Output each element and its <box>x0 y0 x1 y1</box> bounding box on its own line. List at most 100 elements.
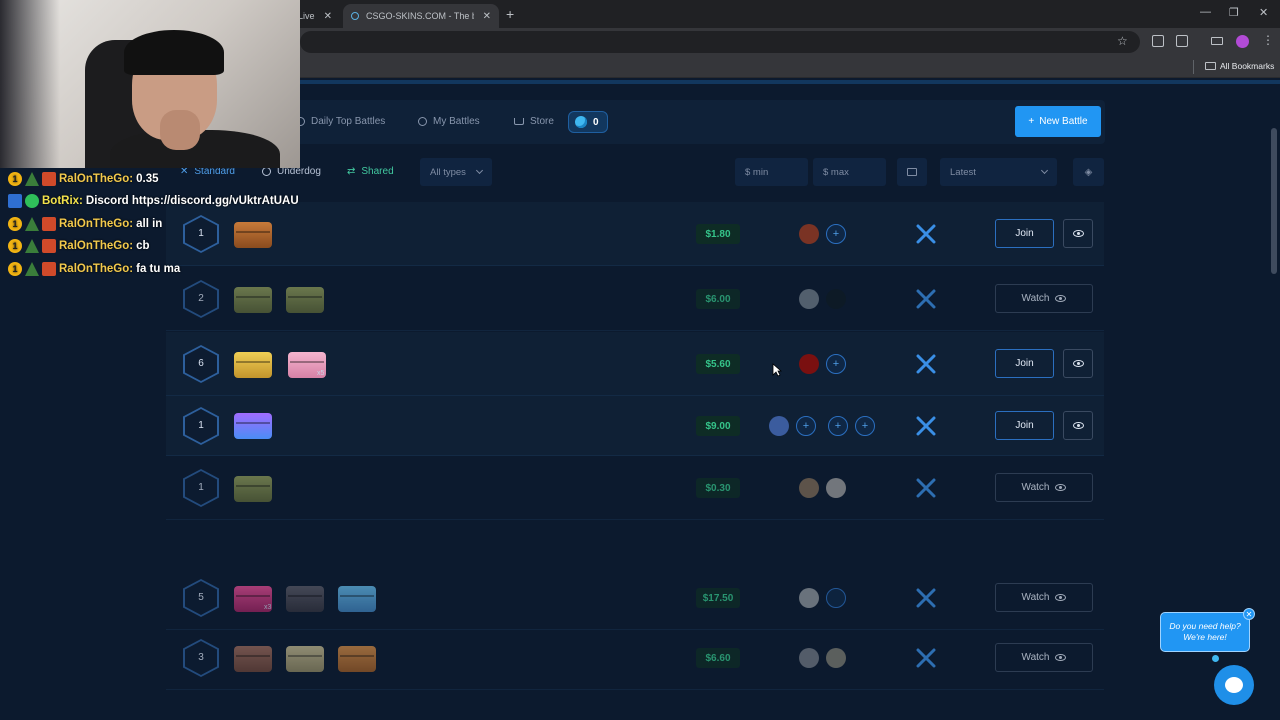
streamer-webcam <box>0 0 300 168</box>
case-image <box>234 646 272 672</box>
chat-bubble-icon <box>1225 677 1243 693</box>
verified-badge-icon <box>25 194 39 208</box>
help-line: We're here! <box>1183 632 1227 642</box>
browser-tab-csgo-skins[interactable]: CSGO-SKINS.COM - The best C ✕ <box>343 4 499 28</box>
swords-icon <box>916 416 936 436</box>
live-chat-button[interactable] <box>1214 665 1254 705</box>
case-image <box>286 287 324 313</box>
case-multiplier: x5 <box>317 370 325 377</box>
minimize-icon[interactable]: — <box>1200 6 1211 18</box>
player-avatar <box>769 416 789 436</box>
join-slot-button[interactable]: + <box>826 354 846 374</box>
address-input[interactable] <box>300 31 1140 53</box>
menu-kebab-icon[interactable]: ⋮ <box>1262 33 1274 47</box>
battle-row[interactable]: 5 x3 $17.50 Watch <box>166 566 1104 630</box>
rounds-count: 5 <box>198 592 204 603</box>
swords-icon <box>916 648 936 668</box>
player-avatar <box>799 478 819 498</box>
watch-button[interactable]: Watch <box>995 643 1093 672</box>
watch-button[interactable]: Watch <box>995 284 1093 313</box>
badge-icon <box>42 172 56 186</box>
new-tab-icon[interactable]: + <box>506 6 514 22</box>
plus-icon: + <box>1028 116 1035 127</box>
case-image <box>234 352 272 378</box>
notification-dot <box>1212 655 1219 662</box>
battle-row[interactable]: 2 $6.00 Watch <box>166 267 1104 331</box>
close-icon[interactable]: ✕ <box>1243 608 1255 620</box>
player-avatar <box>799 588 819 608</box>
spectate-button[interactable] <box>1063 349 1093 378</box>
min-price-input[interactable]: $ min <box>735 158 808 186</box>
sub-badge-icon: 1 <box>8 239 22 253</box>
badge-icon <box>25 172 39 186</box>
max-price-input[interactable]: $ max <box>813 158 886 186</box>
join-slot-button[interactable]: + <box>796 416 816 436</box>
eye-icon <box>1072 230 1084 237</box>
case-image <box>234 476 272 502</box>
help-bubble[interactable]: Do you need help? We're here! <box>1160 612 1250 652</box>
battle-row[interactable]: 1 $0.30 Watch <box>166 456 1104 520</box>
watch-button[interactable]: Watch <box>995 473 1093 502</box>
history-icon <box>418 117 427 126</box>
battle-row[interactable]: 1 $1.80 + Join <box>166 202 1104 266</box>
clear-filters-button[interactable]: ◈ <box>1073 158 1104 186</box>
bookmark-star-icon[interactable]: ☆ <box>1117 34 1128 48</box>
eye-icon <box>1055 594 1067 601</box>
profile-avatar-icon[interactable] <box>1236 35 1249 48</box>
battle-row[interactable]: 6 x5 $5.60 + Join <box>166 332 1104 396</box>
case-image <box>234 287 272 313</box>
calendar-button[interactable] <box>897 158 927 186</box>
case-image <box>286 586 324 612</box>
all-bookmarks-link[interactable]: All Bookmarks <box>1220 61 1274 71</box>
swords-icon <box>916 289 936 309</box>
sort-select[interactable]: Latest <box>940 158 1057 186</box>
max-placeholder: $ max <box>823 166 849 178</box>
chevron-down-icon <box>1040 166 1049 175</box>
new-battle-button[interactable]: + New Battle <box>1015 106 1101 137</box>
extension-icon[interactable] <box>1152 35 1164 47</box>
watch-button[interactable]: Watch <box>995 583 1093 612</box>
spectate-button[interactable] <box>1063 219 1093 248</box>
restore-icon[interactable]: ❐ <box>1229 6 1239 19</box>
case-image <box>286 646 324 672</box>
battle-row[interactable]: 3 $6.60 Watch <box>166 626 1104 690</box>
join-button[interactable]: Join <box>995 349 1054 378</box>
puzzle-icon[interactable] <box>1176 35 1188 47</box>
swords-icon <box>916 478 936 498</box>
chat-username: RalOnTheGo: <box>59 240 134 252</box>
join-slot-button[interactable]: + <box>855 416 875 436</box>
case-image <box>338 586 376 612</box>
close-icon[interactable]: ✕ <box>483 11 491 22</box>
player-avatar <box>799 224 819 244</box>
join-slot-button[interactable]: + <box>828 416 848 436</box>
chat-username: RalOnTheGo: <box>59 218 134 230</box>
case-image <box>234 413 272 439</box>
filter-shared[interactable]: ⇄ Shared <box>347 166 394 177</box>
spectate-button[interactable] <box>1063 411 1093 440</box>
type-select[interactable]: All types <box>420 158 492 186</box>
chat-text: all in <box>136 218 163 230</box>
rounds-count: 1 <box>198 420 204 431</box>
case-image <box>234 222 272 248</box>
badge-icon <box>42 217 56 231</box>
nav-my-battles[interactable]: My Battles <box>418 116 480 127</box>
scrollbar-thumb[interactable] <box>1271 128 1277 274</box>
close-icon[interactable]: ✕ <box>324 11 332 22</box>
media-icon[interactable] <box>1211 37 1223 45</box>
battle-price: $0.30 <box>696 478 740 498</box>
sort-select-value: Latest <box>950 166 976 178</box>
chat-text: Discord https://discord.gg/vUktrAtUAU <box>85 195 299 207</box>
join-slot-button[interactable]: + <box>826 224 846 244</box>
folder-icon <box>1205 62 1216 70</box>
join-button[interactable]: Join <box>995 219 1054 248</box>
join-button[interactable]: Join <box>995 411 1054 440</box>
window-close-icon[interactable]: ✕ <box>1259 6 1268 19</box>
badge-icon <box>42 262 56 276</box>
battle-row[interactable]: 1 $9.00 + + + Join <box>166 396 1104 456</box>
bot-badge-icon <box>8 194 22 208</box>
nav-store[interactable]: Store <box>514 116 554 127</box>
help-line: Do you need help? <box>1169 621 1241 632</box>
nav-daily-top-battles[interactable]: Daily Top Battles <box>296 116 385 127</box>
battle-price: $17.50 <box>696 588 740 608</box>
coin-balance[interactable]: 0 <box>568 111 608 133</box>
